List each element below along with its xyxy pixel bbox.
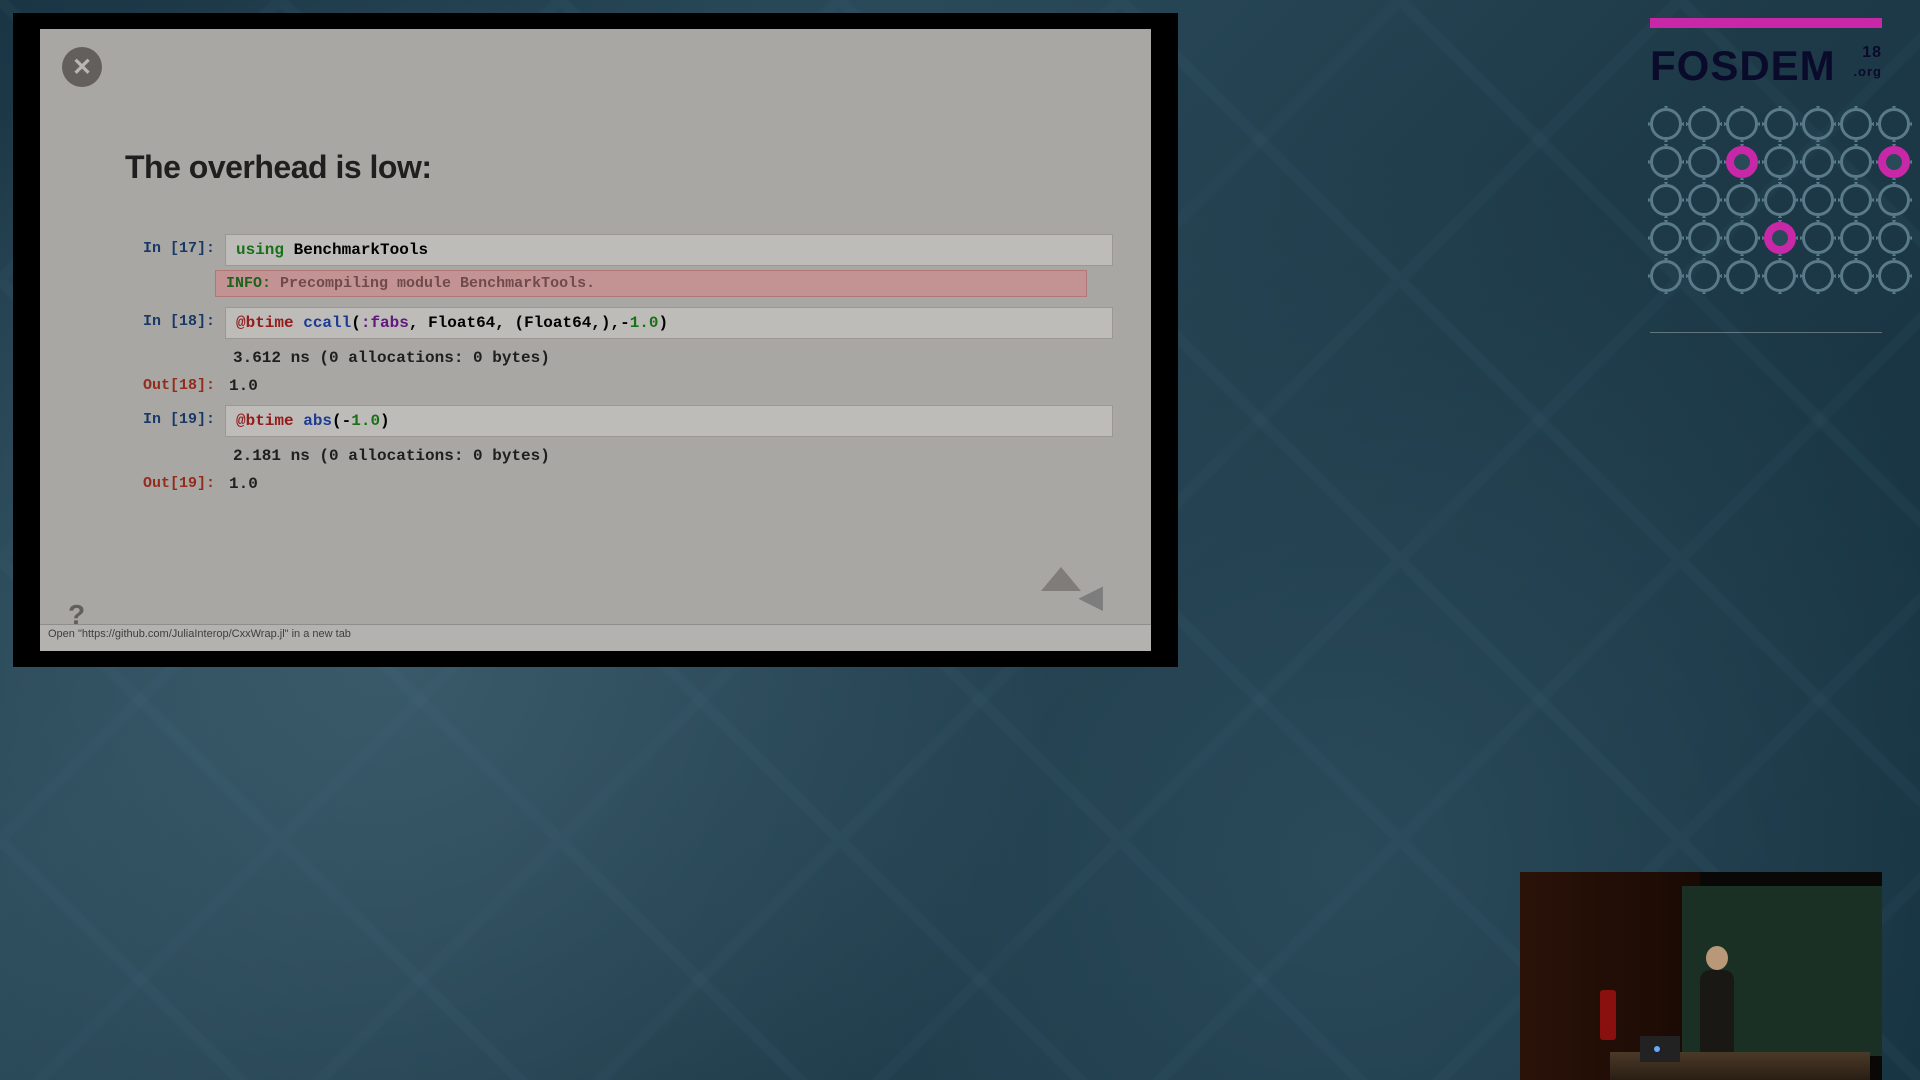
cell-in-17: In [17]: using BenchmarkTools: [125, 234, 1113, 266]
gear-icon: [1878, 184, 1910, 216]
gear-icon: [1878, 222, 1910, 254]
cell-in-18: In [18]: @btime ccall(:fabs, Float64, (F…: [125, 307, 1113, 339]
pip-extinguisher: [1600, 990, 1616, 1040]
gear-icon: [1726, 222, 1758, 254]
gear-icon: [1840, 222, 1872, 254]
event-name: FOSDEM: [1650, 42, 1836, 89]
prompt-out-18: Out[18]:: [125, 371, 225, 395]
gear-icon: [1878, 260, 1910, 292]
gear-icon: [1650, 184, 1682, 216]
event-logo-text: FOSDEM 18 .org: [1650, 42, 1882, 90]
gear-icon: [1840, 260, 1872, 292]
gear-icon: [1764, 108, 1796, 140]
nav-left-icon[interactable]: ◀: [1078, 577, 1103, 615]
gear-icon: [1840, 184, 1872, 216]
info-label: INFO:: [226, 275, 271, 292]
gear-icon: [1650, 146, 1682, 178]
gear-icon: [1802, 222, 1834, 254]
gear-highlight-icon: [1764, 222, 1796, 254]
gear-icon: [1688, 222, 1720, 254]
cell-in-19: In [19]: @btime abs(-1.0): [125, 405, 1113, 437]
gear-icon: [1840, 108, 1872, 140]
gear-highlight-icon: [1726, 146, 1758, 178]
slide-frame: ✕ The overhead is low: In [17]: using Be…: [13, 13, 1178, 667]
gear-icon: [1802, 108, 1834, 140]
slide-title: The overhead is low:: [125, 149, 1113, 186]
event-branding: FOSDEM 18 .org: [1650, 0, 1882, 333]
gear-icon: [1688, 108, 1720, 140]
gear-icon: [1840, 146, 1872, 178]
gear-icon: [1726, 108, 1758, 140]
code-in-18[interactable]: @btime ccall(:fabs, Float64, (Float64,),…: [225, 307, 1113, 339]
gear-highlight-icon: [1878, 146, 1910, 178]
pip-speaker-head: [1706, 946, 1728, 970]
gear-icon: [1726, 184, 1758, 216]
cell-out-18: Out[18]: 1.0: [125, 371, 1113, 395]
close-icon: ✕: [72, 53, 92, 82]
pip-speaker-body: [1700, 970, 1734, 1060]
prompt-in-17: In [17]:: [125, 234, 225, 266]
out-value-19: 1.0: [225, 469, 1113, 493]
gear-icon: [1802, 146, 1834, 178]
gear-icon: [1878, 108, 1910, 140]
gear-icon: [1650, 108, 1682, 140]
gear-icon: [1726, 260, 1758, 292]
gear-icon: [1802, 184, 1834, 216]
slide-surface: ✕ The overhead is low: In [17]: using Be…: [40, 29, 1151, 651]
gear-icon: [1650, 222, 1682, 254]
out-value-18: 1.0: [225, 371, 1113, 395]
pip-laptop: [1640, 1036, 1680, 1062]
prompt-in-19: In [19]:: [125, 405, 225, 437]
cell-out-19: Out[19]: 1.0: [125, 469, 1113, 493]
code-in-17[interactable]: using BenchmarkTools: [225, 234, 1113, 266]
event-year: 18: [1862, 44, 1882, 62]
browser-status-bar: Open "https://github.com/JuliaInterop/Cx…: [40, 624, 1151, 651]
brand-accent-bar: [1650, 18, 1882, 28]
stdout-18: 3.612 ns (0 allocations: 0 bytes): [233, 343, 1113, 371]
slide-content: The overhead is low: In [17]: using Benc…: [125, 149, 1113, 497]
gear-icon: [1802, 260, 1834, 292]
speaker-camera: [1520, 872, 1882, 1080]
gear-pattern: [1650, 108, 1882, 292]
event-domain: .org: [1853, 64, 1882, 79]
close-presentation-button[interactable]: ✕: [62, 47, 102, 87]
prompt-out-19: Out[19]:: [125, 469, 225, 493]
gear-icon: [1688, 260, 1720, 292]
nav-up-icon[interactable]: [1041, 567, 1081, 591]
gear-icon: [1764, 146, 1796, 178]
gear-icon: [1764, 184, 1796, 216]
prompt-in-18: In [18]:: [125, 307, 225, 339]
info-output: INFO: Precompiling module BenchmarkTools…: [215, 270, 1087, 297]
stdout-19: 2.181 ns (0 allocations: 0 bytes): [233, 441, 1113, 469]
brand-divider: [1650, 332, 1882, 333]
info-text: Precompiling module BenchmarkTools.: [280, 275, 595, 292]
code-in-19[interactable]: @btime abs(-1.0): [225, 405, 1113, 437]
gear-icon: [1764, 260, 1796, 292]
gear-icon: [1650, 260, 1682, 292]
gear-icon: [1688, 146, 1720, 178]
gear-icon: [1688, 184, 1720, 216]
